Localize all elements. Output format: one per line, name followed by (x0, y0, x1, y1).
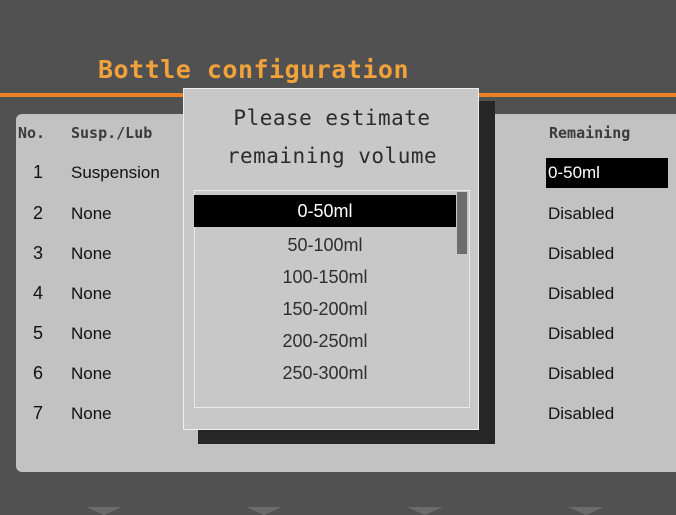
softkey-arrow-icon[interactable] (86, 507, 122, 515)
row-remaining[interactable]: Disabled (548, 399, 670, 429)
device-screen: Bottle configuration No. Susp./Lub Remai… (0, 0, 676, 515)
row-type[interactable]: None (71, 204, 112, 224)
row-number: 3 (33, 243, 44, 263)
softkey-arrow-icon[interactable] (246, 507, 282, 515)
row-type[interactable]: None (71, 244, 112, 264)
volume-option-selected[interactable]: 0-50ml (194, 195, 456, 227)
row-remaining[interactable]: Disabled (548, 359, 670, 389)
list-scrollbar-thumb[interactable] (457, 192, 467, 254)
screen-title: Bottle configuration (98, 55, 410, 84)
row-remaining[interactable]: Disabled (548, 319, 670, 349)
row-number: 6 (33, 363, 44, 383)
row-type[interactable]: None (71, 364, 112, 384)
dialog-title-line2: remaining volume (226, 144, 438, 168)
row-number: 5 (33, 323, 44, 343)
row-type[interactable]: Suspension (71, 163, 160, 183)
row-remaining[interactable]: Disabled (548, 239, 670, 269)
volume-option[interactable]: 150-200ml (194, 294, 456, 324)
row-remaining[interactable]: Disabled (548, 279, 670, 309)
row-number: 1 (33, 162, 44, 182)
volume-option[interactable]: 50-100ml (194, 230, 456, 260)
row-type[interactable]: None (71, 404, 112, 424)
volume-option[interactable]: 200-250ml (194, 326, 456, 356)
dialog-title-line1: Please estimate (233, 106, 431, 130)
row-number: 7 (33, 403, 44, 423)
volume-option[interactable]: 250-300ml (194, 358, 456, 388)
column-header-remaining: Remaining (549, 124, 631, 142)
column-header-no: No. (18, 124, 46, 142)
softkey-arrow-icon[interactable] (568, 507, 604, 515)
column-header-type: Susp./Lub (71, 124, 153, 142)
row-number: 4 (33, 283, 44, 303)
volume-option[interactable]: 100-150ml (194, 262, 456, 292)
row-type[interactable]: None (71, 324, 112, 344)
row-remaining-selected[interactable]: 0-50ml (546, 158, 668, 188)
row-number: 2 (33, 203, 44, 223)
row-type[interactable]: None (71, 284, 112, 304)
row-remaining[interactable]: Disabled (548, 199, 670, 229)
softkey-arrow-icon[interactable] (407, 507, 443, 515)
